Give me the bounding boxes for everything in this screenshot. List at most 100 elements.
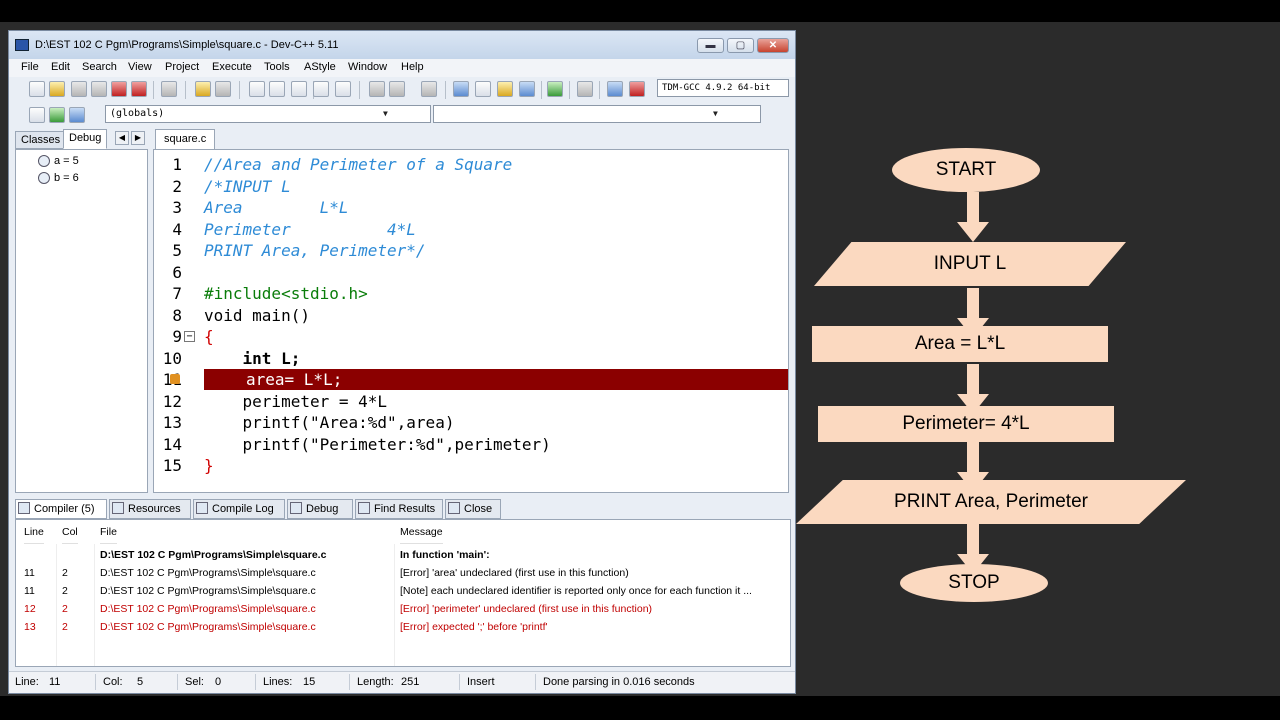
watch-item[interactable]: b = 6 bbox=[38, 171, 79, 185]
code-line: 2/*INPUT L bbox=[172, 176, 291, 196]
maximize-button[interactable]: ▢ bbox=[727, 38, 754, 53]
title-bar: D:\EST 102 C Pgm\Programs\Simple\square.… bbox=[9, 31, 795, 59]
error-marker-icon bbox=[170, 374, 180, 384]
delete-profile-icon[interactable] bbox=[629, 81, 645, 97]
menu-edit[interactable]: Edit bbox=[51, 61, 70, 73]
code-line: 15} bbox=[162, 456, 214, 475]
tab-scroll-right-icon[interactable]: ▶ bbox=[131, 131, 145, 145]
code-line-error: 11 area= L*L; bbox=[154, 369, 788, 391]
globals-select[interactable]: (globals) ▼ bbox=[105, 105, 431, 123]
find-icon bbox=[358, 502, 370, 514]
compiler-select[interactable]: TDM-GCC 4.9.2 64-bit bbox=[657, 79, 789, 97]
replace-icon[interactable] bbox=[269, 81, 285, 97]
menu-tools[interactable]: Tools bbox=[264, 61, 290, 73]
window-title: D:\EST 102 C Pgm\Programs\Simple\square.… bbox=[35, 39, 339, 51]
redo-icon[interactable] bbox=[215, 81, 231, 97]
table-row[interactable]: 11 2 D:\EST 102 C Pgm\Programs\Simple\sq… bbox=[16, 564, 790, 582]
magnifier-icon bbox=[38, 155, 50, 168]
unindent-icon[interactable] bbox=[335, 81, 351, 97]
bookmark-prev-icon[interactable] bbox=[369, 81, 385, 97]
goto-icon[interactable] bbox=[421, 81, 437, 97]
resources-icon bbox=[112, 502, 124, 514]
toggle-bookmark-icon[interactable] bbox=[49, 107, 65, 123]
goto-bookmark-icon[interactable] bbox=[69, 107, 85, 123]
grid-icon bbox=[18, 502, 30, 514]
table-row[interactable]: D:\EST 102 C Pgm\Programs\Simple\square.… bbox=[16, 546, 790, 564]
menu-file[interactable]: File bbox=[21, 61, 39, 73]
flow-arrow-1 bbox=[957, 192, 989, 242]
status-sel-label: Sel: bbox=[185, 676, 204, 688]
close-button[interactable]: ✕ bbox=[757, 38, 789, 53]
code-line: 8 void main() bbox=[172, 305, 310, 325]
table-row[interactable]: 13 2 D:\EST 102 C Pgm\Programs\Simple\sq… bbox=[16, 618, 790, 636]
code-editor[interactable]: 1//Area and Perimeter of a Square 2/*INP… bbox=[153, 149, 789, 493]
function-select[interactable]: ▼ bbox=[433, 105, 761, 123]
watch-item[interactable]: a = 5 bbox=[38, 154, 79, 168]
column-header-col[interactable]: Col bbox=[62, 520, 78, 544]
code-line: 7 #include<stdio.h> bbox=[172, 284, 368, 303]
menu-window[interactable]: Window bbox=[348, 61, 387, 73]
code-line: 3 Area L*L bbox=[172, 198, 349, 217]
menu-astyle[interactable]: AStyle bbox=[304, 61, 336, 73]
tab-find-results[interactable]: Find Results bbox=[355, 499, 443, 519]
tab-debug-output[interactable]: Debug bbox=[287, 499, 353, 519]
close-all-icon[interactable] bbox=[131, 81, 147, 97]
close-file-icon[interactable] bbox=[111, 81, 127, 97]
status-length-value: 251 bbox=[401, 676, 420, 688]
tab-debug[interactable]: Debug bbox=[63, 129, 108, 149]
code-line: 10 int L; bbox=[162, 348, 301, 368]
compile-run-icon[interactable] bbox=[497, 81, 513, 97]
menu-help[interactable]: Help bbox=[401, 61, 424, 73]
compiler-results-table: Line Col File Message D:\EST 102 C Pgm\P… bbox=[15, 519, 791, 667]
menu-project[interactable]: Project bbox=[165, 61, 199, 73]
stop-execution-icon[interactable] bbox=[577, 81, 593, 97]
column-header-line[interactable]: Line bbox=[24, 520, 44, 544]
menu-execute[interactable]: Execute bbox=[212, 61, 252, 73]
code-line: 12 perimeter = 4*L bbox=[162, 391, 388, 411]
close-icon bbox=[448, 502, 460, 514]
status-insert-mode: Insert bbox=[467, 676, 495, 688]
flowchart: START INPUT L Area = L*L Perimeter= 4*L … bbox=[796, 22, 1280, 696]
find-icon[interactable] bbox=[249, 81, 265, 97]
profile-icon[interactable] bbox=[607, 81, 623, 97]
run-icon[interactable] bbox=[475, 81, 491, 97]
insert-icon[interactable] bbox=[29, 107, 45, 123]
column-header-message[interactable]: Message bbox=[400, 520, 443, 544]
status-line-value: 11 bbox=[49, 676, 61, 688]
table-row[interactable]: 12 2 D:\EST 102 C Pgm\Programs\Simple\sq… bbox=[16, 600, 790, 618]
fold-toggle-icon[interactable]: − bbox=[184, 331, 195, 342]
table-row[interactable]: 11 2 D:\EST 102 C Pgm\Programs\Simple\sq… bbox=[16, 582, 790, 600]
globals-select-value: (globals) bbox=[110, 108, 165, 119]
tab-resources[interactable]: Resources bbox=[109, 499, 191, 519]
tab-close[interactable]: Close bbox=[445, 499, 501, 519]
syntax-check-icon[interactable] bbox=[547, 81, 563, 97]
compile-icon[interactable] bbox=[453, 81, 469, 97]
status-sel-value: 0 bbox=[215, 676, 222, 688]
tab-compile-log[interactable]: Compile Log bbox=[193, 499, 285, 519]
find-next-icon[interactable] bbox=[291, 81, 307, 97]
save-all-icon[interactable] bbox=[91, 81, 107, 97]
print-icon[interactable] bbox=[161, 81, 177, 97]
bookmark-next-icon[interactable] bbox=[389, 81, 405, 97]
menu-view[interactable]: View bbox=[128, 61, 152, 73]
rebuild-icon[interactable] bbox=[519, 81, 535, 97]
new-file-icon[interactable] bbox=[29, 81, 45, 97]
tab-scroll-left-icon[interactable]: ◀ bbox=[115, 131, 129, 145]
editor-tab-square-c[interactable]: square.c bbox=[155, 129, 216, 149]
status-col-label: Col: bbox=[103, 676, 123, 688]
column-header-file[interactable]: File bbox=[100, 520, 117, 544]
indent-icon[interactable] bbox=[313, 81, 329, 97]
minimize-button[interactable]: ▬ bbox=[697, 38, 724, 53]
open-file-icon[interactable] bbox=[49, 81, 65, 97]
check-icon bbox=[290, 502, 302, 514]
status-length-label: Length: bbox=[357, 676, 394, 688]
save-icon[interactable] bbox=[71, 81, 87, 97]
undo-icon[interactable] bbox=[195, 81, 211, 97]
code-line: 4 Perimeter 4*L bbox=[172, 219, 416, 239]
bottom-black-bar bbox=[0, 696, 1280, 720]
top-black-bar bbox=[0, 0, 1280, 22]
tab-classes[interactable]: Classes bbox=[15, 131, 67, 149]
tab-compiler[interactable]: Compiler (5) bbox=[15, 499, 107, 519]
flow-stop: STOP bbox=[900, 564, 1048, 602]
menu-search[interactable]: Search bbox=[82, 61, 117, 73]
